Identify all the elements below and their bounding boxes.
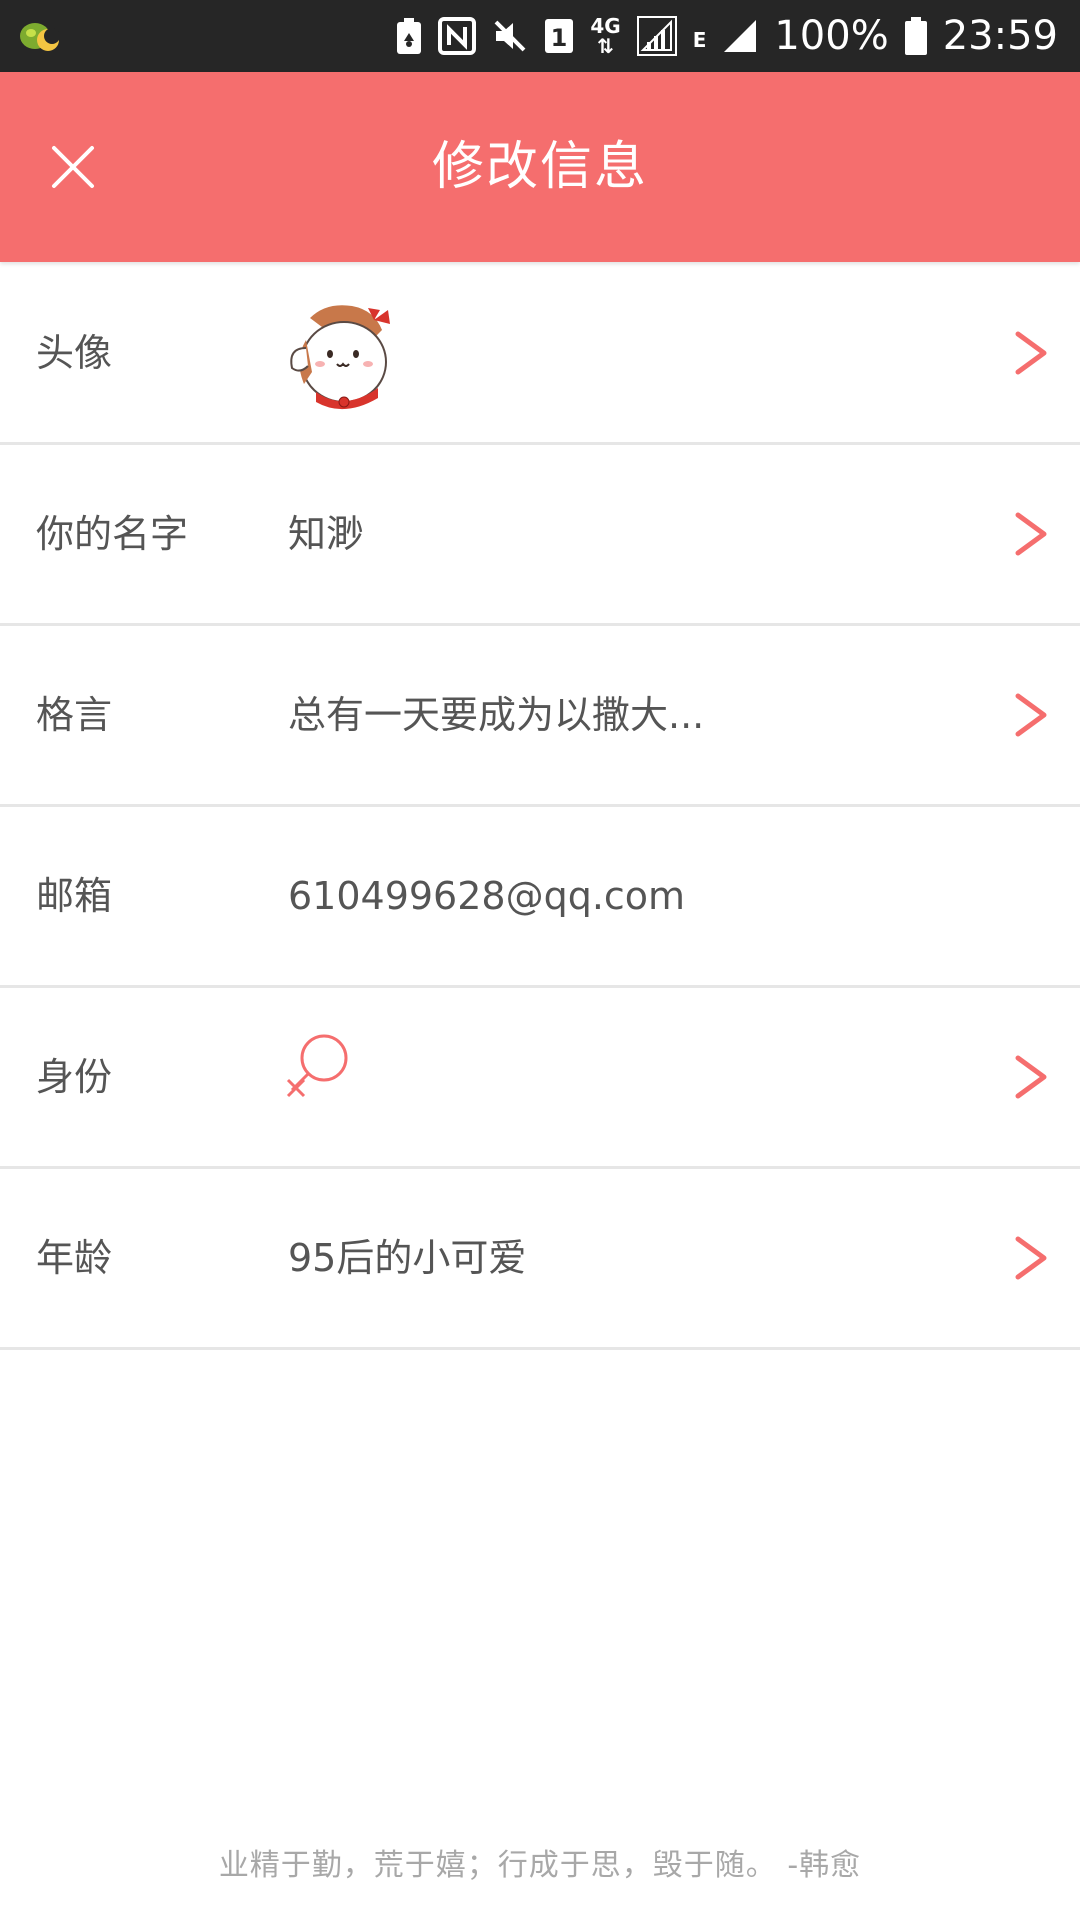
- row-email: 邮箱 610499628@qq.com: [0, 807, 1080, 988]
- row-label: 邮箱: [36, 874, 113, 918]
- chevron-right-icon: [1015, 693, 1047, 737]
- mute-icon: [492, 16, 528, 56]
- 4g-data-icon: 4G ⇅: [590, 14, 621, 58]
- chevron-right-icon: [1015, 1236, 1047, 1280]
- email-value: 610499628@qq.com: [288, 874, 686, 918]
- footer-quote: 业精于勤，荒于嬉；行成于思，毁于随。 -韩愈: [218, 1848, 862, 1883]
- battery-percent: 100%: [774, 13, 889, 59]
- battery-icon: [904, 16, 927, 56]
- sim-1-icon: 1: [544, 16, 574, 56]
- chevron-right-icon: [1015, 512, 1047, 556]
- status-icons: 1 4G ⇅ E 100% 23:59: [396, 0, 1058, 72]
- row-identity[interactable]: 身份: [0, 988, 1080, 1169]
- signal-icon: [636, 16, 677, 56]
- app-header: 修改信息: [0, 72, 1080, 262]
- row-label: 年龄: [36, 1236, 113, 1280]
- motto-value: 总有一天要成为以撒大...: [288, 693, 705, 737]
- row-label: 头像: [36, 331, 113, 375]
- age-value: 95后的小可爱: [288, 1236, 527, 1280]
- app-notification-icon: [20, 23, 60, 51]
- row-label: 身份: [36, 1055, 113, 1099]
- signal-icon: [722, 16, 758, 56]
- clock: 23:59: [942, 13, 1058, 59]
- female-symbol-icon: [286, 1034, 348, 1098]
- row-age[interactable]: 年龄 95后的小可爱: [0, 1169, 1080, 1350]
- row-motto[interactable]: 格言 总有一天要成为以撒大...: [0, 626, 1080, 807]
- battery-saver-icon: [396, 16, 422, 56]
- chevron-right-icon: [1015, 331, 1047, 375]
- row-label: 格言: [36, 693, 113, 737]
- row-label: 你的名字: [36, 512, 189, 556]
- chevron-right-icon: [1015, 1055, 1047, 1099]
- svg-text:1: 1: [551, 24, 568, 52]
- status-bar: 1 4G ⇅ E 100% 23:59: [0, 0, 1080, 72]
- profile-info-list: 头像 你的名字 知渺 格言 总有一天要成为以撒大... 邮箱 610499628…: [0, 264, 1080, 1350]
- avatar[interactable]: [282, 296, 402, 416]
- row-name[interactable]: 你的名字 知渺: [0, 445, 1080, 626]
- name-value: 知渺: [288, 512, 365, 556]
- e-data-icon: E: [692, 28, 707, 52]
- nfc-icon: [438, 16, 477, 56]
- row-avatar[interactable]: 头像: [0, 264, 1080, 445]
- page-title: 修改信息: [431, 137, 648, 197]
